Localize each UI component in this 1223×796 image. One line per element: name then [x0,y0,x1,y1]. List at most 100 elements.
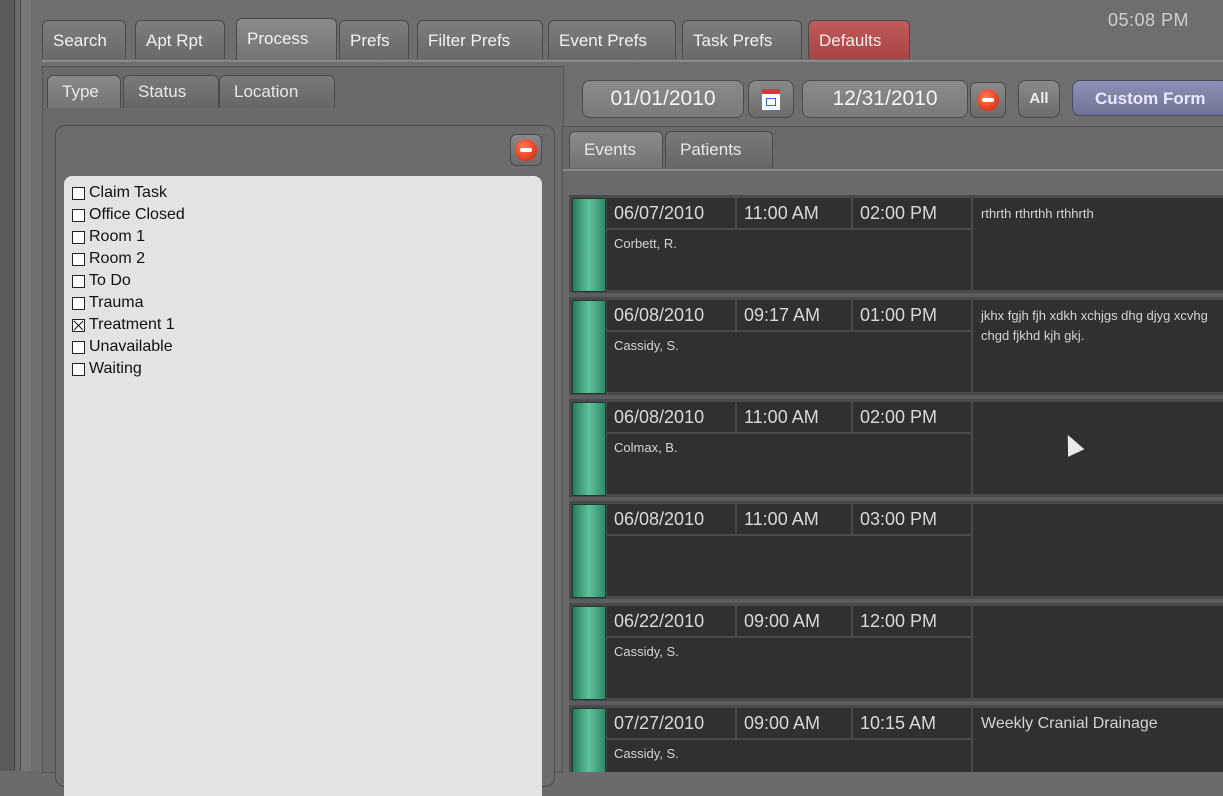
event-row[interactable]: 06/22/2010 09:00 AM 12:00 PM Cassidy, S. [569,603,1223,701]
type-list-item[interactable]: To Do [72,270,534,292]
type-label: Waiting [89,360,142,377]
event-patient-name: Colmax, B. [607,434,971,494]
event-end-time: 10:15 AM [853,708,971,738]
event-note [973,606,1223,698]
type-label: Unavailable [89,338,173,355]
tab-filter-prefs[interactable]: Filter Prefs [417,20,543,59]
filter-panel: Type Status Location Claim Task Office Cl… [42,66,564,796]
type-list-item[interactable]: Treatment 1 [72,314,534,336]
type-checkbox[interactable] [72,296,85,310]
tab-events[interactable]: Events [569,131,663,168]
event-end-time: 12:00 PM [853,606,971,636]
event-end-time: 03:00 PM [853,504,971,534]
event-start-time: 09:00 AM [737,708,851,738]
type-checkbox[interactable] [72,252,85,266]
event-patient-name: Cassidy, S. [607,638,971,698]
custom-form-button[interactable]: Custom Form [1072,80,1223,116]
event-date: 06/08/2010 [607,504,735,534]
type-label: Room 1 [89,228,146,245]
event-date: 06/08/2010 [607,402,735,432]
tab-task-prefs[interactable]: Task Prefs [682,20,802,59]
event-start-time: 09:17 AM [737,300,851,330]
minus-circle-icon [515,139,537,161]
tab-process[interactable]: Process [236,18,337,61]
type-list-item[interactable]: Trauma [72,292,534,314]
event-row[interactable]: 07/27/2010 09:00 AM 10:15 AM Cassidy, S. Wee… [569,705,1223,772]
subtab-type[interactable]: Type [47,75,121,108]
type-list-item[interactable]: Office Closed [72,204,534,226]
type-checkbox[interactable] [72,318,85,332]
tab-apt-rpt[interactable]: Apt Rpt [135,20,225,59]
type-label: Claim Task [89,184,167,201]
event-row[interactable]: 06/08/2010 11:00 AM 02:00 PM Colmax, B. [569,399,1223,497]
tab-divider [42,60,1223,62]
event-color-bar[interactable] [572,198,606,292]
type-checkbox[interactable] [72,362,85,376]
type-list-item[interactable]: Room 1 [72,226,534,248]
event-note: jkhx fgjh fjh xdkh xchjgs dhg djyg xcvhg… [973,300,1223,392]
type-checkbox[interactable] [72,208,85,222]
clock-display: 05:08 PM [1108,10,1190,30]
event-color-bar[interactable] [572,300,606,394]
type-checkbox[interactable] [72,340,85,354]
event-patient-name: Corbett, R. [607,230,971,290]
clear-types-button[interactable] [510,134,542,166]
event-date: 06/08/2010 [607,300,735,330]
event-date: 06/22/2010 [607,606,735,636]
event-color-bar[interactable] [572,708,606,772]
event-note [973,504,1223,596]
tab-patients[interactable]: Patients [665,131,773,168]
tab-event-prefs[interactable]: Event Prefs [548,20,676,59]
event-patient-name [607,536,971,596]
event-note: Weekly Cranial Drainage [973,708,1223,772]
event-end-time: 01:00 PM [853,300,971,330]
event-start-time: 11:00 AM [737,198,851,228]
window-frame-left [0,0,15,771]
event-row[interactable]: 06/07/2010 11:00 AM 02:00 PM Corbett, R. rth… [569,195,1223,293]
all-dates-button[interactable]: All [1018,80,1060,118]
calendar-button[interactable] [748,80,794,118]
event-row[interactable]: 06/08/2010 09:17 AM 01:00 PM Cassidy, S. jkh… [569,297,1223,395]
event-date: 07/27/2010 [607,708,735,738]
tab-search[interactable]: Search [42,20,126,59]
events-tab-divider [563,169,1223,171]
event-row[interactable]: 06/08/2010 11:00 AM 03:00 PM [569,501,1223,599]
type-list-item[interactable]: Room 2 [72,248,534,270]
type-label: Treatment 1 [89,316,175,333]
type-list: Claim Task Office Closed Room 1 Room 2 To Do… [64,176,542,796]
calendar-icon [762,88,780,110]
subtab-location[interactable]: Location [219,75,335,108]
type-list-item[interactable]: Unavailable [72,336,534,358]
events-panel: Events Patients 06/07/2010 11:00 AM 02:00 … [562,126,1223,772]
minus-circle-icon [977,89,999,111]
type-checkbox[interactable] [72,274,85,288]
event-color-bar[interactable] [572,504,606,598]
clear-dates-button[interactable] [970,82,1006,118]
event-start-time: 09:00 AM [737,606,851,636]
type-label: Room 2 [89,250,146,267]
type-checkbox[interactable] [72,186,85,200]
event-end-time: 02:00 PM [853,402,971,432]
type-label: Trauma [89,294,144,311]
event-start-time: 11:00 AM [737,504,851,534]
event-color-bar[interactable] [572,606,606,700]
start-date-field[interactable]: 01/01/2010 [582,80,744,118]
type-list-item[interactable]: Claim Task [72,182,534,204]
event-list: 06/07/2010 11:00 AM 02:00 PM Corbett, R. rth… [569,195,1223,772]
type-label: To Do [89,272,131,289]
event-patient-name: Cassidy, S. [607,740,971,772]
type-checkbox[interactable] [72,230,85,244]
tab-defaults[interactable]: Defaults [808,20,910,59]
type-list-item[interactable]: Waiting [72,358,534,380]
tab-prefs[interactable]: Prefs [339,20,409,59]
date-range-bar: 01/01/2010 12/31/2010 All Custom Form [578,76,1223,122]
event-patient-name: Cassidy, S. [607,332,971,392]
event-date: 06/07/2010 [607,198,735,228]
type-filter-box: Claim Task Office Closed Room 1 Room 2 To Do… [55,125,555,796]
end-date-field[interactable]: 12/31/2010 [802,80,968,118]
subtab-status[interactable]: Status [123,75,219,108]
event-note: rthrth rthrthh rthhrth [973,198,1223,290]
event-note [973,402,1223,494]
event-start-time: 11:00 AM [737,402,851,432]
event-color-bar[interactable] [572,402,606,496]
